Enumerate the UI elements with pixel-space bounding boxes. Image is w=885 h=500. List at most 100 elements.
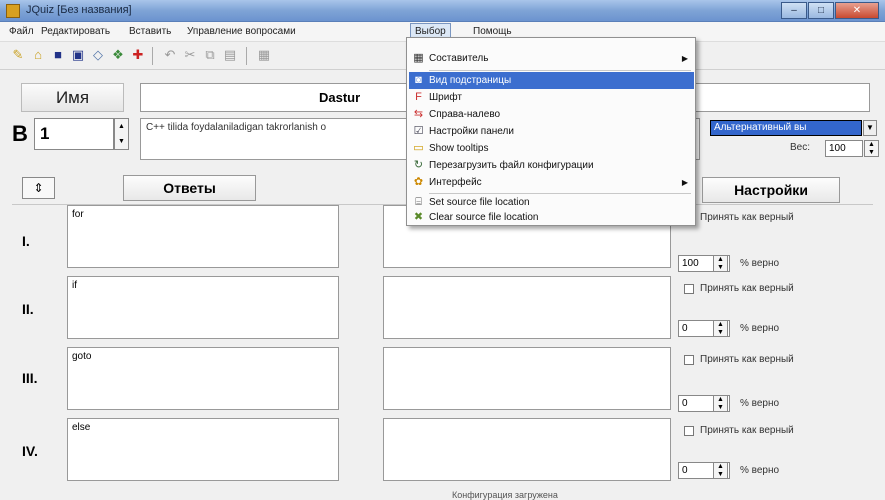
menu-item-composer[interactable]: ▦ Составитель ▶ (409, 50, 694, 67)
question-prefix: В (12, 121, 28, 146)
correct-label: Принять как верный (700, 354, 794, 365)
answer-text-field[interactable]: if (67, 276, 339, 339)
percent-label: % верно (740, 398, 780, 409)
minimize-button[interactable]: – (781, 2, 807, 19)
options-dropdown-menu: ▦ Составитель ▶ ◙ Вид подстраницы F Шриф… (406, 37, 696, 226)
menu-item-label: Справа-налево (429, 109, 501, 120)
menu-manage-questions[interactable]: Управление вопросами (184, 25, 299, 38)
answer-roman: III. (22, 370, 38, 386)
add-icon[interactable]: ✚ (130, 47, 146, 63)
menu-item-clear-source-location[interactable]: ✖ Clear source file location (409, 209, 694, 226)
menu-item-label: Вид подстраницы (429, 75, 512, 86)
status-text: Конфигурация загружена (452, 490, 558, 500)
menu-item-panel-settings[interactable]: ☑ Настройки панели (409, 123, 694, 140)
percent-label: % верно (740, 465, 780, 476)
percent-stepper[interactable]: ▲ ▼ (713, 395, 728, 412)
menu-item-right-to-left[interactable]: ⇆ Справа-налево (409, 106, 694, 123)
question-number-stepper[interactable]: ▲ ▼ (114, 118, 129, 150)
correct-label: Принять как верный (700, 425, 794, 436)
set-source-icon: ⌸ (415, 196, 422, 208)
feedback-text-field[interactable] (383, 418, 671, 481)
answer-text-field[interactable]: for (67, 205, 339, 268)
menu-edit[interactable]: Редактировать (38, 25, 113, 38)
new-icon[interactable]: ✎ (10, 47, 26, 63)
font-icon: F (415, 91, 422, 103)
menu-item-font[interactable]: F Шрифт (409, 89, 694, 106)
menu-item-label: Настройки панели (429, 126, 514, 137)
correct-label: Принять как верный (700, 283, 794, 294)
feedback-text-field[interactable] (383, 347, 671, 410)
menu-item-subpage-view[interactable]: ◙ Вид подстраницы (409, 72, 694, 89)
sort-arrows-icon[interactable]: ⇕ (22, 177, 55, 199)
chevron-down-icon[interactable]: ▼ (865, 149, 878, 157)
clear-source-icon: ✖ (413, 211, 424, 223)
menu-insert[interactable]: Вставить (126, 25, 174, 38)
subpage-view-icon: ◙ (415, 74, 422, 86)
correct-checkbox[interactable] (684, 284, 694, 294)
correct-checkbox[interactable] (684, 355, 694, 365)
save-as-icon[interactable]: ▣ (70, 47, 86, 63)
feedback-text-field[interactable] (383, 276, 671, 339)
percent-label: % верно (740, 323, 780, 334)
interface-icon: ✿ (413, 176, 424, 188)
copy-icon[interactable]: ⧉ (202, 47, 218, 63)
submenu-arrow-icon: ▶ (681, 178, 688, 187)
menu-item-interface[interactable]: ✿ Интерфейс ▶ (409, 174, 694, 191)
question-number-field[interactable]: 1 (34, 118, 114, 150)
paste-icon[interactable]: ▤ (222, 47, 238, 63)
submenu-arrow-icon: ▶ (681, 54, 688, 63)
menu-item-label: Интерфейс (429, 177, 482, 188)
answer-text-field[interactable]: else (67, 418, 339, 481)
menu-item-label: Set source file location (429, 197, 530, 208)
close-button[interactable]: ✕ (835, 2, 879, 19)
chevron-up-icon[interactable]: ▲ (865, 141, 878, 149)
link-icon[interactable]: ◇ (90, 47, 106, 63)
percent-label: % верно (740, 258, 780, 269)
open-icon[interactable]: ⌂ (30, 47, 46, 63)
tooltips-icon: ▭ (413, 142, 424, 154)
app-icon (6, 4, 20, 18)
menu-item-label: Clear source file location (429, 212, 539, 223)
chevron-down-icon[interactable]: ▼ (115, 134, 128, 149)
correct-checkbox[interactable] (684, 426, 694, 436)
answers-header[interactable]: Ответы (123, 175, 256, 201)
weight-label: Вес: (790, 142, 811, 153)
menu-file[interactable]: Файл (6, 25, 37, 38)
menu-item-show-tooltips[interactable]: ▭ Show tooltips (409, 140, 694, 157)
answer-text-field[interactable]: goto (67, 347, 339, 410)
menu-item-label: Шрифт (429, 92, 462, 103)
view-icon[interactable]: ▦ (256, 47, 272, 63)
toolbar-separator (246, 47, 247, 65)
window-controls: – □ ✕ (781, 2, 879, 19)
menu-item-label: Show tooltips (429, 143, 489, 154)
menu-item-reload-config[interactable]: ↻ Перезагрузить файл конфигурации (409, 157, 694, 174)
weight-field[interactable]: 100 (825, 140, 863, 157)
window-title: JQuiz [Без названия] (26, 4, 132, 16)
title-bar: JQuiz [Без названия] – □ ✕ (0, 0, 885, 22)
rtl-icon: ⇆ (413, 108, 424, 120)
toolbar-separator (152, 47, 153, 65)
cut-icon[interactable]: ✂ (182, 47, 198, 63)
question-type-select[interactable]: Альтернативный вы (710, 120, 862, 136)
save-icon[interactable]: ■ (50, 47, 66, 63)
percent-stepper[interactable]: ▲ ▼ (713, 255, 728, 272)
panel-settings-icon: ☑ (413, 125, 424, 137)
correct-label: Принять как верный (700, 212, 794, 223)
menu-item-label: Перезагрузить файл конфигурации (429, 160, 594, 171)
undo-icon[interactable]: ↶ (162, 47, 178, 63)
settings-header[interactable]: Настройки (702, 177, 840, 203)
percent-stepper[interactable]: ▲ ▼ (713, 320, 728, 337)
percent-stepper[interactable]: ▲ ▼ (713, 462, 728, 479)
export-icon[interactable]: ❖ (110, 47, 126, 63)
menu-item-label: Составитель (429, 53, 489, 64)
dropdown-arrow-icon[interactable]: ▼ (863, 120, 877, 136)
answer-roman: I. (22, 233, 30, 249)
answer-roman: IV. (22, 443, 38, 459)
maximize-button[interactable]: □ (808, 2, 834, 19)
reload-config-icon: ↻ (413, 159, 424, 171)
menu-separator (429, 70, 691, 71)
name-label: Имя (21, 83, 124, 112)
composer-icon: ▦ (413, 52, 424, 64)
chevron-up-icon[interactable]: ▲ (115, 119, 128, 134)
weight-stepper[interactable]: ▲ ▼ (864, 140, 879, 157)
